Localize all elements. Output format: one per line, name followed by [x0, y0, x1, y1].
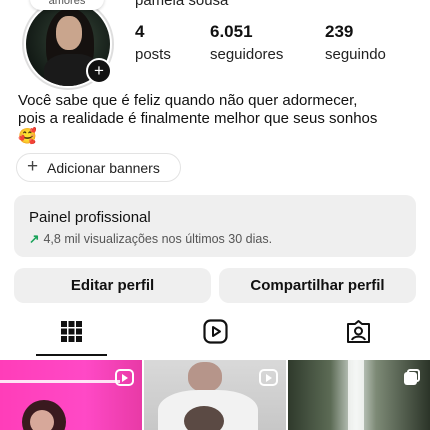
profile-bio: Você sabe que é feliz quando não quer ad… [18, 92, 418, 146]
tagged-icon [347, 320, 370, 343]
profile-note[interactable]: amores [30, 0, 104, 10]
professional-dashboard[interactable]: Painel profissional ↗ 4,8 mil visualizaçõ… [14, 195, 416, 257]
reels-icon [203, 319, 228, 344]
bio-line: pois a realidade é finalmente melhor que… [18, 110, 378, 127]
trend-up-icon: ↗ [29, 232, 40, 246]
share-profile-button[interactable]: Compartilhar perfil [219, 268, 416, 303]
stat-following[interactable]: 239 seguindo [325, 22, 386, 63]
tab-tagged[interactable] [346, 319, 371, 344]
add-highlights-label: Adicionar banners [47, 160, 160, 176]
post-tile[interactable] [288, 360, 430, 430]
stat-posts[interactable]: 4 posts [135, 22, 171, 63]
reel-icon [259, 369, 278, 386]
profile-name: pamela sousa [135, 0, 229, 9]
grid-icon [61, 321, 82, 342]
plus-icon: + [27, 156, 39, 177]
add-highlights-button[interactable]: + Adicionar banners [16, 153, 181, 182]
post-tile[interactable] [0, 360, 142, 430]
tab-grid[interactable] [60, 320, 83, 343]
professional-dashboard-subtitle: 4,8 mil visualizações nos últimos 30 dia… [43, 232, 273, 246]
bio-line: Você sabe que é feliz quando não quer ad… [18, 92, 358, 109]
tab-reels[interactable] [203, 319, 228, 344]
reel-icon [115, 369, 134, 386]
carousel-icon [404, 369, 420, 385]
bio-emoji: 🥰 [18, 128, 37, 145]
stat-followers[interactable]: 6.051 seguidores [210, 22, 283, 63]
post-tile[interactable] [144, 360, 286, 430]
add-story-icon[interactable]: + [86, 58, 112, 84]
professional-dashboard-title: Painel profissional [29, 209, 151, 226]
active-tab-indicator [36, 354, 107, 356]
edit-profile-button[interactable]: Editar perfil [14, 268, 211, 303]
